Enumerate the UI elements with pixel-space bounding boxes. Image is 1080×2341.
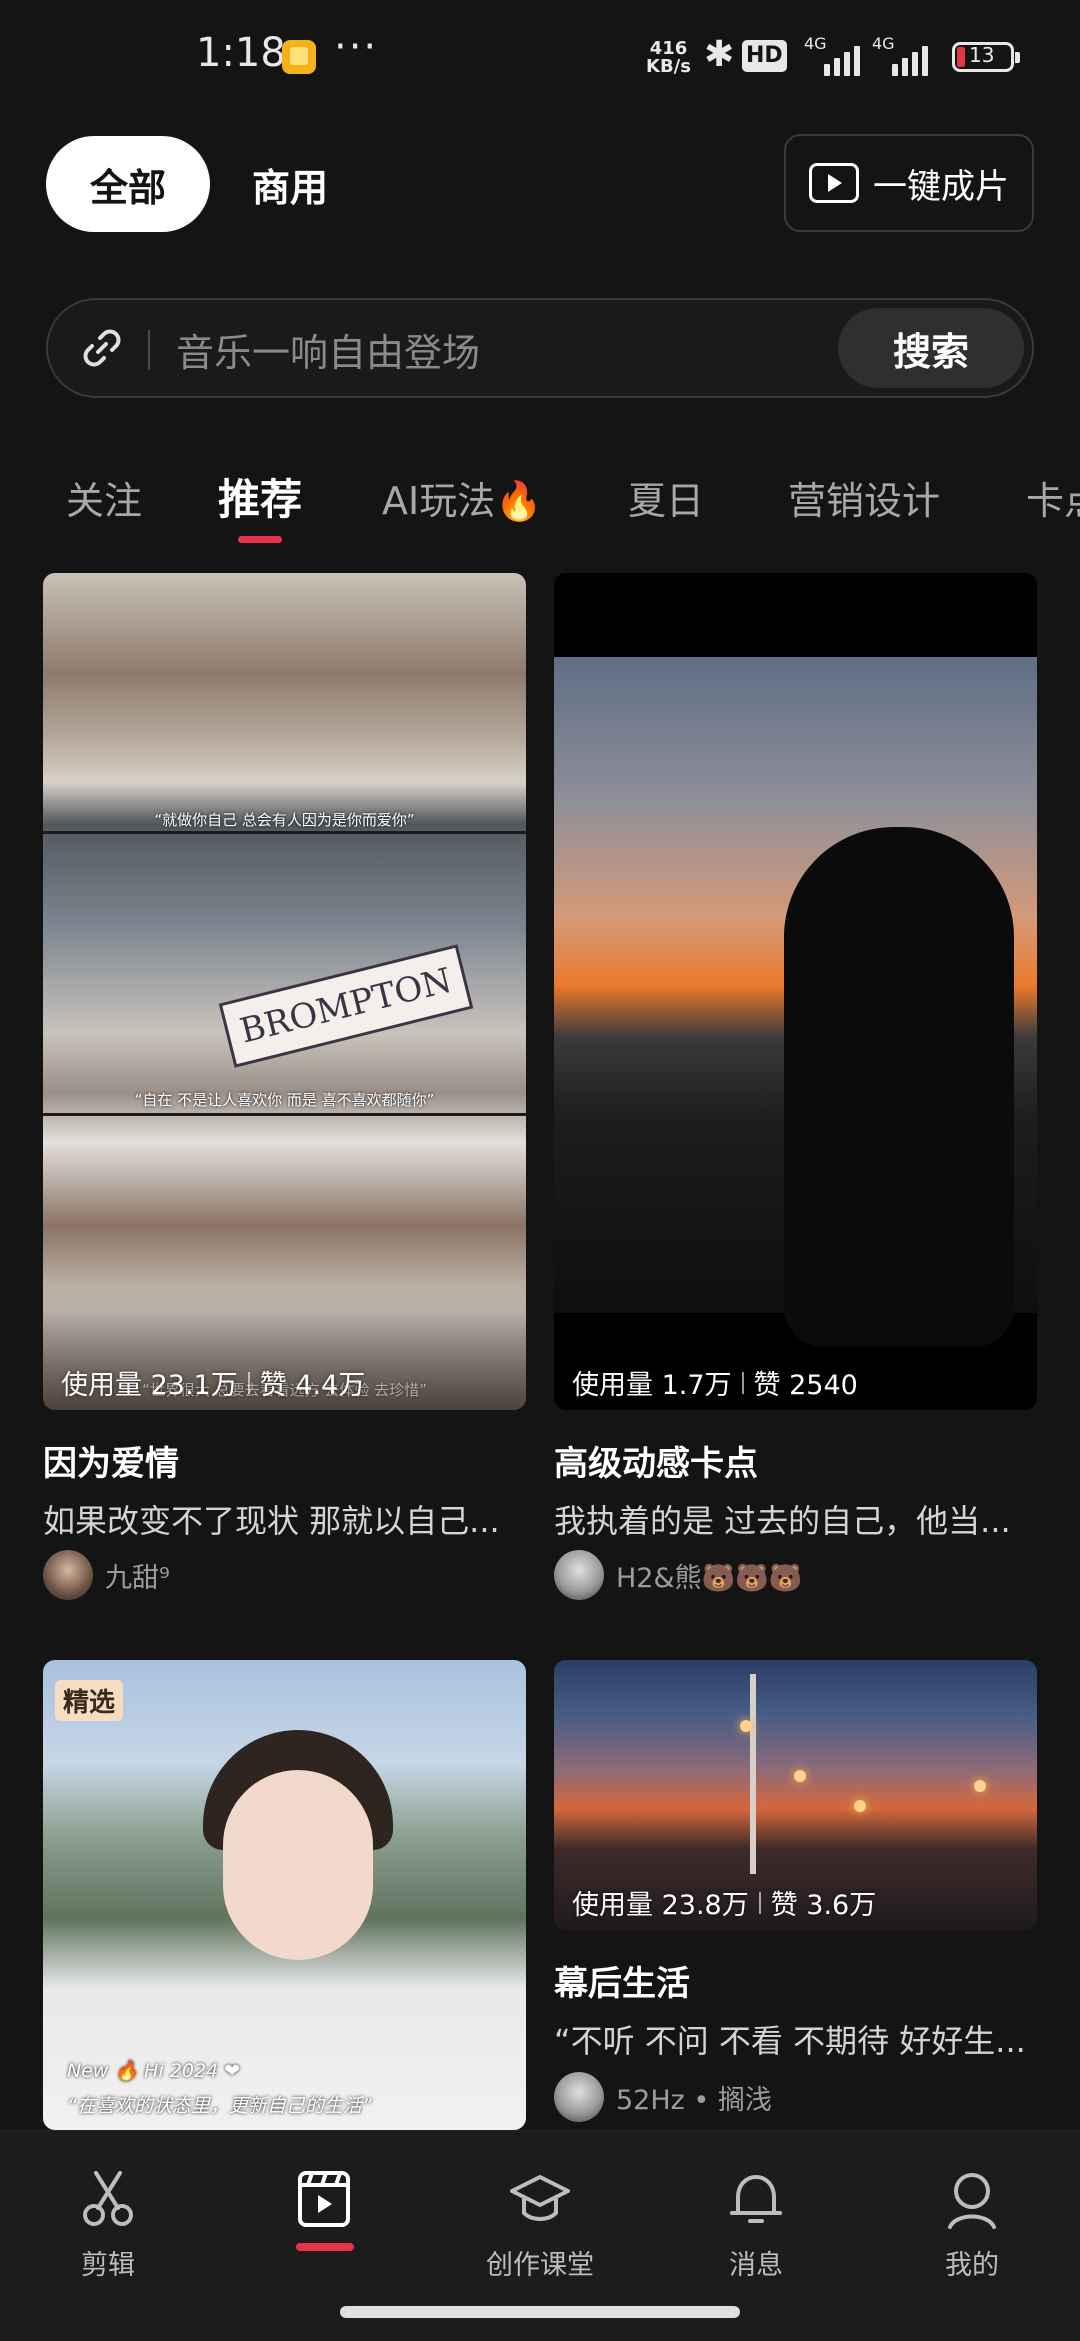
like-count: 赞 2540 — [753, 1370, 858, 1401]
bluetooth-icon: ✱ — [704, 34, 735, 75]
category-tabs: 关注 推荐 AI玩法🔥 夏日 营销设计 卡点 — [0, 456, 1080, 546]
avatar — [554, 2072, 604, 2122]
avatar — [554, 1550, 604, 1600]
nav-course[interactable]: 创作课堂 — [465, 2167, 615, 2282]
brompton-sign: BROMPTON — [218, 944, 474, 1068]
scissors-icon — [83, 2171, 133, 2226]
more-notifications-icon: ··· — [334, 24, 379, 70]
template-author[interactable]: 52Hz • 搁浅 — [554, 2072, 772, 2122]
nav-profile[interactable]: 我的 — [897, 2167, 1047, 2282]
network-speed: 416 KB/s — [646, 40, 691, 76]
nav-edit[interactable]: 剪辑 — [33, 2167, 183, 2282]
battery-icon: 13 — [952, 42, 1020, 72]
like-count: 赞 4.4万 — [259, 1370, 366, 1401]
search-button[interactable]: 搜索 — [838, 308, 1024, 388]
nav-templates[interactable] — [249, 2167, 399, 2235]
play-icon — [809, 163, 859, 203]
template-stats: 使用量 23.1万 赞 4.4万 — [61, 1363, 365, 1402]
notification-app-icon — [282, 40, 316, 74]
author-name: 52Hz • 搁浅 — [616, 2084, 772, 2116]
one-click-video-button[interactable]: 一键成片 — [784, 134, 1034, 232]
template-title[interactable]: 高级动感卡点 — [554, 1436, 758, 1485]
author-name: H2&熊🐻🐻🐻 — [616, 1562, 803, 1594]
template-desc: 我执着的是 过去的自己，他当... — [554, 1502, 1011, 1540]
nav-profile-label: 我的 — [945, 2250, 999, 2281]
nav-active-indicator — [296, 2243, 354, 2251]
network-speed-unit: KB/s — [646, 56, 691, 77]
home-indicator[interactable] — [340, 2306, 740, 2318]
template-title[interactable]: 因为爱情 — [43, 1436, 179, 1485]
usage-count: 使用量 23.8万 — [572, 1890, 749, 1921]
tab-recommended[interactable]: 推荐 — [218, 466, 302, 527]
template-thumbnail[interactable]: 使用量 1.7万 赞 2540 — [554, 573, 1037, 1410]
template-title[interactable]: 幕后生活 — [554, 1956, 690, 2005]
silhouette-figure — [784, 827, 1014, 1347]
nav-course-label: 创作课堂 — [486, 2250, 594, 2281]
search-bar[interactable]: 音乐一响自由登场 搜索 — [46, 298, 1034, 398]
toggle-all[interactable]: 全部 — [46, 136, 210, 232]
template-thumbnail[interactable]: 使用量 23.8万 赞 3.6万 — [554, 1660, 1037, 1930]
thumbnail-caption: “就做你自己 总会有人因为是你而爱你” — [154, 811, 415, 829]
bell-icon — [730, 2175, 782, 2223]
thumbnail-caption-small: New 🔥 Hi 2024 ❤ — [67, 2060, 241, 2082]
link-icon[interactable] — [78, 324, 126, 372]
template-desc: 如果改变不了现状 那就以自己... — [43, 1502, 500, 1540]
active-tab-indicator — [238, 536, 282, 543]
tab-summer[interactable]: 夏日 — [628, 470, 704, 525]
nav-edit-label: 剪辑 — [81, 2250, 135, 2281]
user-icon — [948, 2173, 996, 2229]
battery-level: 13 — [969, 43, 995, 67]
tab-ai-play[interactable]: AI玩法🔥 — [382, 470, 543, 525]
toggle-business[interactable]: 商用 — [252, 136, 328, 232]
template-author[interactable]: 九甜⁹ — [43, 1550, 170, 1600]
like-count: 赞 3.6万 — [770, 1890, 877, 1921]
template-stats: 使用量 23.8万 赞 3.6万 — [572, 1883, 876, 1922]
tab-follow[interactable]: 关注 — [66, 470, 142, 525]
thumbnail-caption: “在喜欢的状态里，更新自己的生活” — [67, 2095, 372, 2117]
graduation-cap-icon — [510, 2175, 570, 2221]
clapperboard-icon — [298, 2171, 350, 2227]
template-author[interactable]: H2&熊🐻🐻🐻 — [554, 1550, 802, 1600]
one-click-label: 一键成片 — [873, 166, 1009, 207]
tab-marketing-design[interactable]: 营销设计 — [788, 470, 940, 525]
nav-messages-label: 消息 — [729, 2250, 783, 2281]
portrait — [223, 1770, 373, 1960]
status-bar: 1:18 ··· 416 KB/s ✱ HD 4G 4G 13 — [0, 0, 1080, 110]
template-stats: 使用量 1.7万 赞 2540 — [572, 1363, 858, 1402]
template-thumbnail[interactable]: “就做你自己 总会有人因为是你而爱你” “自在 不是让人喜欢你 而是 喜不喜欢都… — [43, 573, 526, 1410]
signal-icon-2: 4G — [872, 34, 934, 76]
status-time: 1:18 — [196, 30, 286, 76]
author-name: 九甜⁹ — [105, 1562, 170, 1594]
hd-voice-icon: HD — [742, 40, 787, 72]
nav-messages[interactable]: 消息 — [681, 2167, 831, 2282]
template-desc: “不听 不问 不看 不期待 好好生... — [554, 2022, 1026, 2060]
usage-count: 使用量 1.7万 — [572, 1370, 732, 1401]
search-input[interactable]: 音乐一响自由登场 — [176, 322, 480, 377]
thumbnail-caption: “自在 不是让人喜欢你 而是 喜不喜欢都随你” — [134, 1091, 435, 1109]
signal-icon-1: 4G — [804, 34, 866, 76]
usage-count: 使用量 23.1万 — [61, 1370, 238, 1401]
template-thumbnail[interactable]: 精选 New 🔥 Hi 2024 ❤ “在喜欢的状态里，更新自己的生活” — [43, 1660, 526, 2130]
avatar — [43, 1550, 93, 1600]
search-divider — [148, 330, 150, 370]
featured-badge: 精选 — [55, 1680, 124, 1721]
tab-beat-sync[interactable]: 卡点 — [1026, 470, 1080, 525]
